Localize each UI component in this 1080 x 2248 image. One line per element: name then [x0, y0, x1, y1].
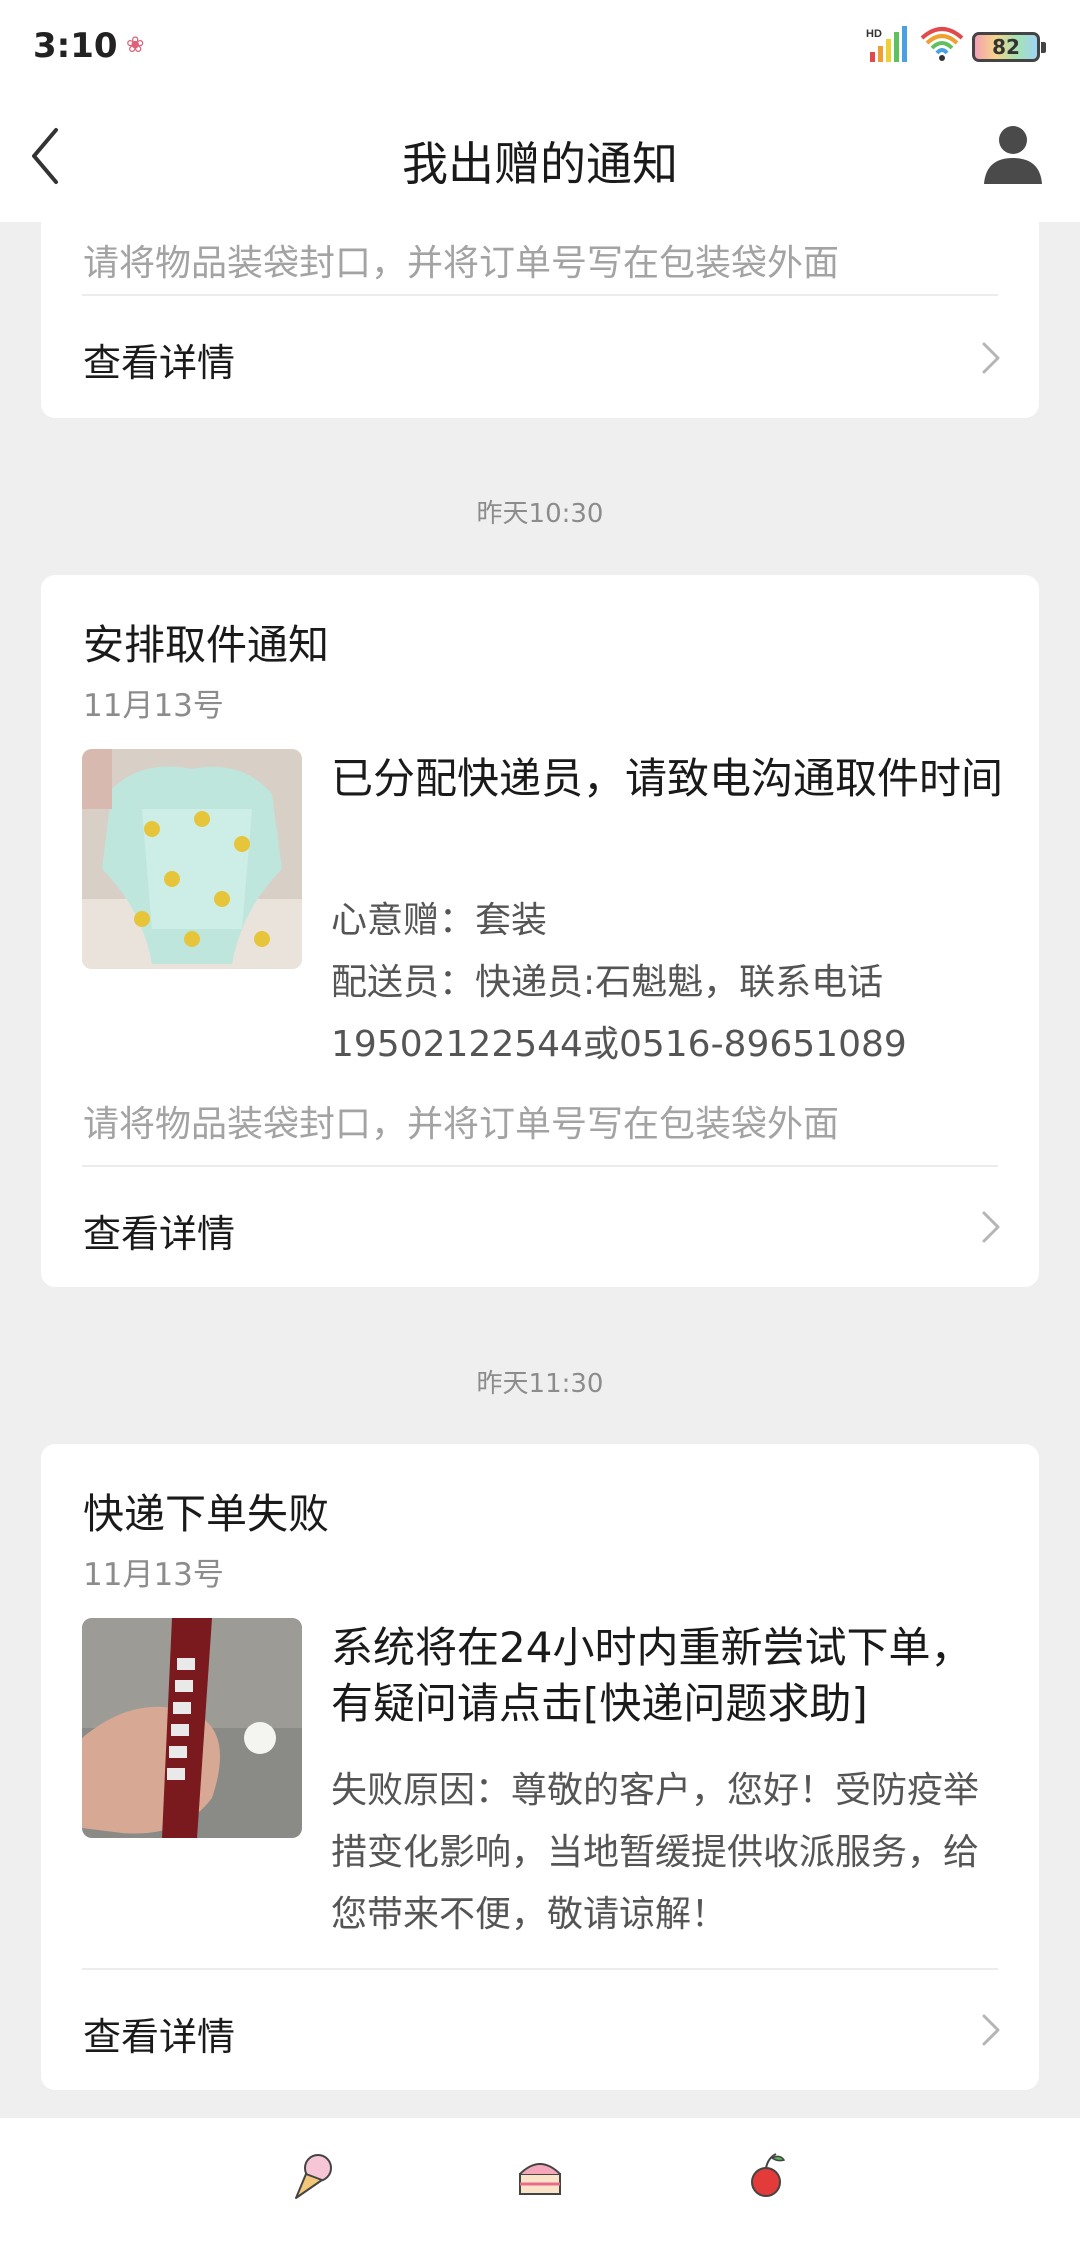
signal-icon: HD — [866, 26, 907, 62]
gift-item-line: 心意赠：套装 — [331, 900, 548, 941]
packaging-note: 请将物品装袋封口，并将订单号写在包装袋外面 — [83, 1104, 840, 1145]
divider — [82, 1968, 998, 1970]
status-bar: 3:10 ❀ HD 82 — [0, 0, 1080, 92]
battery-icon: 82 — [972, 32, 1046, 62]
cake-icon[interactable] — [514, 2150, 566, 2202]
view-details-link[interactable]: 查看详情 — [83, 332, 235, 387]
bottom-navigation-bar — [0, 2118, 1080, 2248]
chevron-right-icon[interactable] — [976, 1207, 1004, 1247]
packaging-note: 请将物品装袋封口，并将订单号写在包装袋外面 — [83, 243, 840, 284]
divider — [82, 1165, 998, 1167]
view-details-link[interactable]: 查看详情 — [83, 1203, 235, 1258]
item-thumbnail[interactable] — [82, 1618, 302, 1838]
notification-card: 安排取件通知 11月13号 已分配快递员，请致电沟通取件时间 心意赠：套装 配送… — [41, 575, 1039, 1287]
notification-title: 快递下单失败 — [83, 1490, 329, 1538]
battery-level: 82 — [992, 35, 1020, 59]
ice-cream-icon[interactable] — [288, 2150, 340, 2202]
divider — [82, 294, 998, 296]
failure-reason-line: 失败原因：尊敬的客户，您好！受防疫举措变化影响，当地暂缓提供收派服务，给您带来不… — [331, 1770, 980, 1935]
notification-card: 请将物品装袋封口，并将订单号写在包装袋外面 查看详情 — [41, 222, 1039, 418]
notification-date: 11月13号 — [83, 688, 224, 724]
wifi-icon — [920, 27, 964, 61]
message-timestamp: 昨天10:30 — [476, 499, 604, 529]
chevron-right-icon[interactable] — [976, 2010, 1004, 2050]
notification-date: 11月13号 — [83, 1557, 224, 1593]
network-type-label: HD — [866, 28, 882, 40]
notification-message: 已分配快递员，请致电沟通取件时间 — [331, 754, 1004, 803]
page-title: 我出赠的通知 — [402, 137, 678, 191]
view-details-link[interactable]: 查看详情 — [83, 2006, 235, 2061]
notification-message: 系统将在24小时内重新尝试下单，有疑问请点击[快递问题求助] — [331, 1623, 973, 1728]
courier-info-line: 配送员：快递员:石魁魁，联系电话19502122544或0516-8965108… — [331, 962, 907, 1065]
cherry-icon[interactable] — [740, 2150, 792, 2202]
status-time: 3:10 — [33, 26, 118, 66]
flower-icon: ❀ — [126, 33, 145, 58]
notification-card: 快递下单失败 11月13号 系统将在24小时内重新尝试下单，有疑问请点击[快递问… — [41, 1444, 1039, 2090]
navigation-bar: 我出赠的通知 — [0, 92, 1080, 222]
chevron-right-icon[interactable] — [976, 338, 1004, 378]
notification-title: 安排取件通知 — [83, 621, 329, 669]
profile-icon[interactable] — [980, 120, 1046, 186]
item-thumbnail[interactable] — [82, 749, 302, 969]
message-timestamp: 昨天11:30 — [476, 1369, 604, 1399]
